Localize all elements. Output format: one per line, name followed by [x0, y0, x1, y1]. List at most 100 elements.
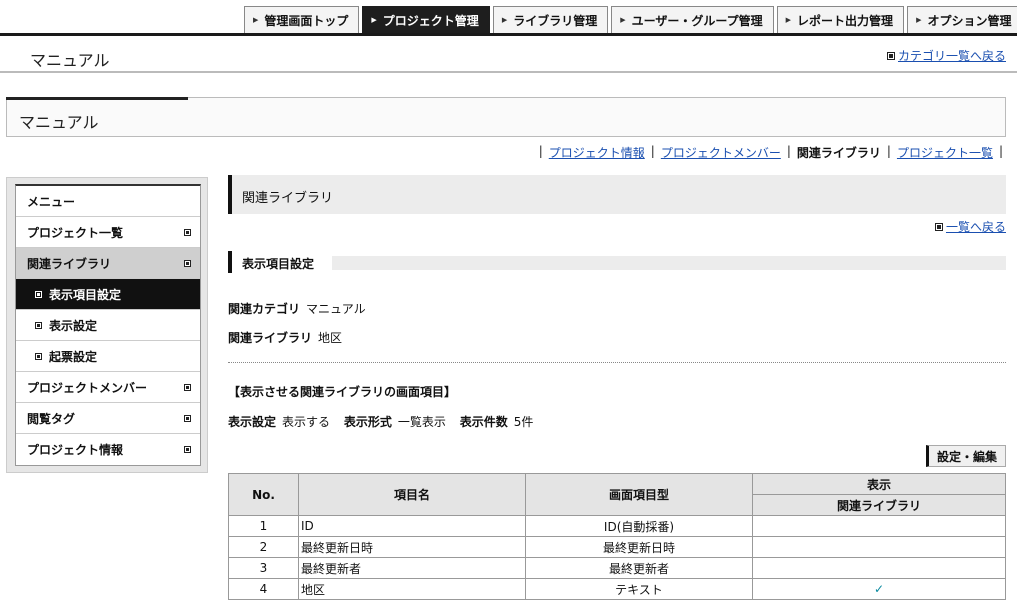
- content-title-box: 関連ライブラリ: [228, 175, 1006, 214]
- items-table: No. 項目名 画面項目型 表示 関連ライブラリ 1 ID ID(自動採番) 2…: [228, 473, 1006, 600]
- nav-tab-option-management[interactable]: ▶ オプション管理: [907, 6, 1017, 33]
- nav-tab-label: 管理画面トップ: [264, 13, 349, 28]
- display-setting-label: 表示設定: [228, 415, 277, 429]
- display-count-value: 5件: [513, 415, 534, 429]
- related-category-row: 関連カテゴリ マニュアル: [228, 300, 366, 317]
- arrow-right-icon: ▶: [785, 16, 792, 24]
- related-library-row: 関連ライブラリ 地区: [228, 329, 342, 346]
- arrow-right-icon: ▶: [620, 16, 626, 24]
- separator: |: [786, 144, 791, 158]
- cell-display-check: [752, 557, 1006, 579]
- sidebar-subitem-label: 表示項目設定: [49, 287, 122, 302]
- sub-link-project-members[interactable]: プロジェクトメンバー: [661, 144, 781, 161]
- related-library-value: 地区: [318, 331, 343, 345]
- page-title: マニュアル: [30, 51, 110, 70]
- sidebar-menu-title: メニュー: [16, 186, 200, 217]
- arrow-right-icon: ▶: [253, 16, 259, 24]
- nav-tab-label: プロジェクト管理: [382, 13, 479, 28]
- sidebar-subitem-label: 起票設定: [49, 349, 98, 364]
- subheading: 表示項目設定: [228, 251, 1006, 273]
- sidebar-subitem-label: 表示設定: [49, 318, 98, 333]
- square-bullet-icon: [184, 383, 191, 391]
- column-header-no: No.: [228, 473, 299, 516]
- separator: |: [886, 144, 891, 158]
- content-title-bar: [228, 175, 232, 214]
- top-nav: ▶ 管理画面トップ ▶ プロジェクト管理 ▶ ライブラリ管理 ▶ ユーザー・グループ管理…: [244, 6, 1017, 34]
- display-count-label: 表示件数: [459, 415, 508, 429]
- cell-no: 3: [228, 557, 299, 579]
- nav-tab-project-management[interactable]: ▶ プロジェクト管理: [362, 6, 490, 33]
- nav-tab-label: オプション管理: [927, 13, 1012, 28]
- section-title-box: マニュアル: [6, 97, 1006, 137]
- header-divider: [0, 71, 1017, 73]
- square-bullet-icon: [886, 51, 895, 60]
- sub-link-project-list[interactable]: プロジェクト一覧: [897, 144, 993, 161]
- square-bullet-icon: [35, 290, 42, 298]
- sidebar-item-project-members[interactable]: プロジェクトメンバー: [16, 372, 200, 403]
- cell-no: 4: [228, 578, 299, 600]
- square-bullet-icon: [184, 259, 191, 267]
- nav-tab-label: ユーザー・グループ管理: [631, 13, 763, 28]
- square-bullet-icon: [35, 352, 42, 360]
- content-title: 関連ライブラリ: [242, 191, 334, 206]
- square-bullet-icon: [934, 222, 943, 231]
- sidebar-item-view-tags[interactable]: 閲覧タグ: [16, 403, 200, 434]
- sidebar-subitem-display-settings[interactable]: 表示設定: [16, 310, 200, 341]
- nav-tab-report-output[interactable]: ▶ レポート出力管理: [776, 6, 905, 33]
- cell-screen-type: ID(自動採番): [525, 515, 753, 537]
- top-divider: [0, 33, 1017, 36]
- sidebar-subitem-ticket-settings[interactable]: 起票設定: [16, 341, 200, 372]
- cell-screen-type: 最終更新者: [525, 557, 753, 579]
- sidebar-item-related-library[interactable]: 関連ライブラリ: [16, 248, 200, 279]
- display-format-value: 一覧表示: [397, 415, 446, 429]
- sub-link-related-library: 関連ライブラリ: [796, 146, 881, 160]
- cell-item-name: 地区: [298, 578, 526, 600]
- cell-display-check: [752, 515, 1006, 537]
- cell-screen-type: 最終更新日時: [525, 536, 753, 558]
- nav-tab-library-management[interactable]: ▶ ライブラリ管理: [492, 6, 609, 33]
- subheading-bar: [228, 251, 232, 273]
- separator: |: [998, 144, 1003, 158]
- cell-no: 1: [228, 515, 299, 537]
- dotted-divider: [228, 362, 1006, 363]
- display-settings-row: 表示設定 表示する 表示形式 一覧表示 表示件数 5件: [228, 413, 533, 430]
- cell-item-name: ID: [298, 515, 526, 537]
- back-to-list: 一覧へ戻る: [934, 218, 1006, 235]
- section-title: マニュアル: [19, 113, 99, 132]
- square-bullet-icon: [184, 414, 191, 422]
- cell-item-name: 最終更新者: [298, 557, 526, 579]
- column-header-screen-type: 画面項目型: [525, 473, 753, 516]
- sidebar-item-label: プロジェクト一覧: [27, 225, 124, 240]
- nav-tab-user-group-management[interactable]: ▶ ユーザー・グループ管理: [611, 6, 774, 33]
- sidebar-item-label: 関連ライブラリ: [27, 256, 112, 271]
- square-bullet-icon: [184, 446, 191, 453]
- sidebar-subitem-display-item-settings[interactable]: 表示項目設定: [16, 279, 200, 310]
- arrow-right-icon: ▶: [916, 16, 922, 24]
- table-row: 2 最終更新日時 最終更新日時: [228, 536, 1006, 558]
- back-to-list-link[interactable]: 一覧へ戻る: [946, 218, 1006, 235]
- nav-tab-admin-top[interactable]: ▶ 管理画面トップ: [244, 6, 360, 33]
- related-category-value: マニュアル: [306, 302, 366, 316]
- sub-link-project-info[interactable]: プロジェクト情報: [549, 144, 645, 161]
- square-bullet-icon: [35, 321, 42, 329]
- settings-edit-button[interactable]: 設定・編集: [926, 445, 1006, 467]
- column-header-related-library: 関連ライブラリ: [752, 494, 1006, 516]
- table-row: 1 ID ID(自動採番): [228, 515, 1006, 537]
- table-row: 4 地区 テキスト ✓: [228, 578, 1006, 600]
- section-accent: [6, 97, 188, 100]
- nav-tab-label: ライブラリ管理: [513, 13, 598, 28]
- sidebar-item-project-info[interactable]: プロジェクト情報: [16, 434, 200, 465]
- subheading-title: 表示項目設定: [242, 255, 325, 272]
- cell-item-name: 最終更新日時: [298, 536, 526, 558]
- sidebar-item-label: プロジェクトメンバー: [27, 380, 148, 395]
- arrow-right-icon: ▶: [371, 16, 377, 24]
- back-to-category-link[interactable]: カテゴリ一覧へ戻る: [898, 47, 1006, 64]
- display-setting-value: 表示する: [282, 415, 331, 429]
- screen-items-heading: 【表示させる関連ライブラリの画面項目】: [228, 385, 457, 399]
- sidebar-menu-title-label: メニュー: [27, 194, 76, 209]
- related-category-label: 関連カテゴリ: [228, 302, 301, 316]
- sidebar-item-project-list[interactable]: プロジェクト一覧: [16, 217, 200, 248]
- nav-tab-label: レポート出力管理: [797, 13, 894, 28]
- cell-no: 2: [228, 536, 299, 558]
- cell-screen-type: テキスト: [525, 578, 753, 600]
